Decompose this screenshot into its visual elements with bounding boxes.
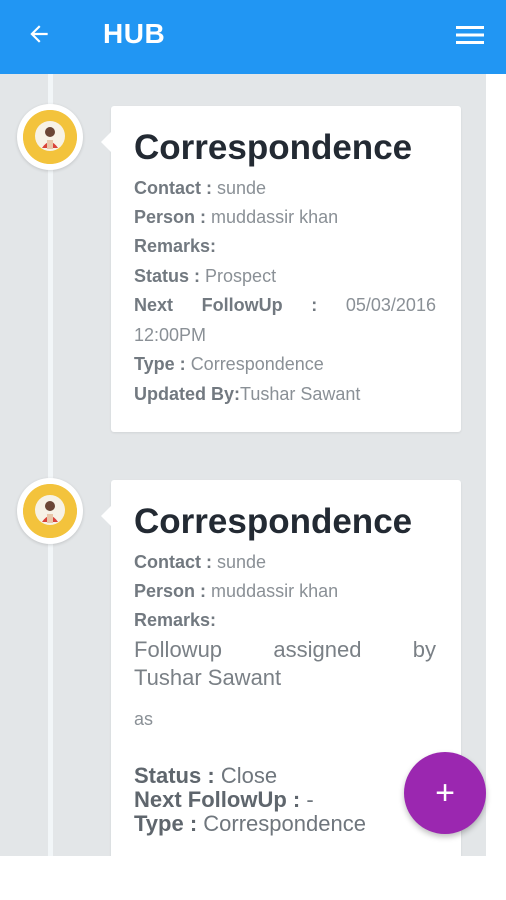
status-value: Close [220, 763, 278, 788]
person-label: Person : [134, 207, 207, 227]
remarks-text-line2: Tushar Sawant [134, 665, 282, 690]
contact-value: sunde [217, 178, 267, 198]
type-value: Correspondence [203, 811, 366, 836]
avatar-image [23, 110, 77, 164]
timeline-card[interactable]: Correspondence Contact : sunde Person : … [101, 106, 461, 432]
type-row: Type : Correspondence [134, 350, 436, 379]
card-title: Correspondence [134, 502, 413, 541]
status-value: Prospect [205, 266, 277, 286]
arrow-left-icon [30, 25, 48, 43]
person-label: Person : [134, 581, 207, 601]
remarks-word: Followup [134, 637, 223, 662]
app-bar: HUB [0, 0, 506, 74]
status-row: Status : Prospect [134, 262, 436, 291]
updated-by-value: Tushar Sawant [240, 384, 361, 404]
remarks-note: as [134, 709, 154, 729]
type-row: Type : Correspondence [134, 812, 436, 836]
status-label: Status : [134, 266, 201, 286]
avatar [17, 104, 83, 170]
type-label: Type : [134, 811, 198, 836]
followup-word-next: Next [134, 295, 174, 315]
followup-label: Next FollowUp : [134, 787, 301, 812]
add-button[interactable]: + [404, 752, 486, 834]
back-button[interactable] [22, 17, 56, 51]
avatar-image [23, 484, 77, 538]
next-followup-row: Next FollowUp : - [134, 788, 436, 812]
contact-row: Contact : sunde [134, 548, 436, 577]
remarks-text: Followup assigned by [134, 638, 436, 662]
app-screen: HUB Correspondence Contact: sunde Perso… [0, 0, 506, 900]
menu-button[interactable] [454, 20, 486, 50]
user-photo-icon [23, 110, 77, 164]
right-edge [486, 74, 506, 900]
remarks-row: Remarks: [134, 606, 436, 635]
contact-value: sunde [217, 552, 267, 572]
followup-word-followup: FollowUp [201, 295, 283, 315]
followup-time: 12:00PM [134, 325, 207, 345]
person-row: Person : muddassir khan [134, 577, 436, 606]
followup-colon: : [311, 295, 318, 315]
updated-by-row: Updated By:Tushar Sawant [134, 380, 436, 409]
remarks-label: Remarks: [134, 610, 217, 630]
remarks-label: Remarks: [134, 236, 217, 256]
remarks-word: assigned [273, 637, 362, 662]
status-label: Status : [134, 763, 215, 788]
contact-label: Contact : [134, 178, 212, 198]
followup-date: 05/03/2016 [345, 295, 436, 315]
person-row: Person : muddassir khan [134, 203, 436, 232]
remarks-row: Remarks: [134, 232, 436, 261]
type-label: Type : [134, 354, 186, 374]
person-value: muddassir khan [211, 581, 339, 601]
status-row: Status : Close [134, 764, 436, 788]
type-value: Correspondence [190, 354, 324, 374]
page-title: HUB [103, 18, 166, 49]
timeline-line [48, 74, 53, 856]
contact-label: Contact : [134, 552, 212, 572]
followup-value: - [306, 787, 314, 812]
avatar [17, 478, 83, 544]
updated-by-label: Updated By: [134, 384, 241, 404]
remarks-word: by [412, 637, 436, 662]
contact-row: Contact : sunde [134, 174, 436, 203]
hamburger-menu-icon [456, 26, 484, 44]
followup-time-row: 12:00PM [134, 321, 436, 350]
user-photo-icon [23, 484, 77, 538]
plus-icon: + [435, 774, 455, 812]
card-title: Correspondence [134, 128, 413, 167]
next-followup-row: Next FollowUp : 05/03/2016 [134, 291, 436, 320]
timeline-list[interactable]: Correspondence Contact : sunde Person : … [0, 74, 486, 856]
person-value: muddassir khan [211, 207, 339, 227]
